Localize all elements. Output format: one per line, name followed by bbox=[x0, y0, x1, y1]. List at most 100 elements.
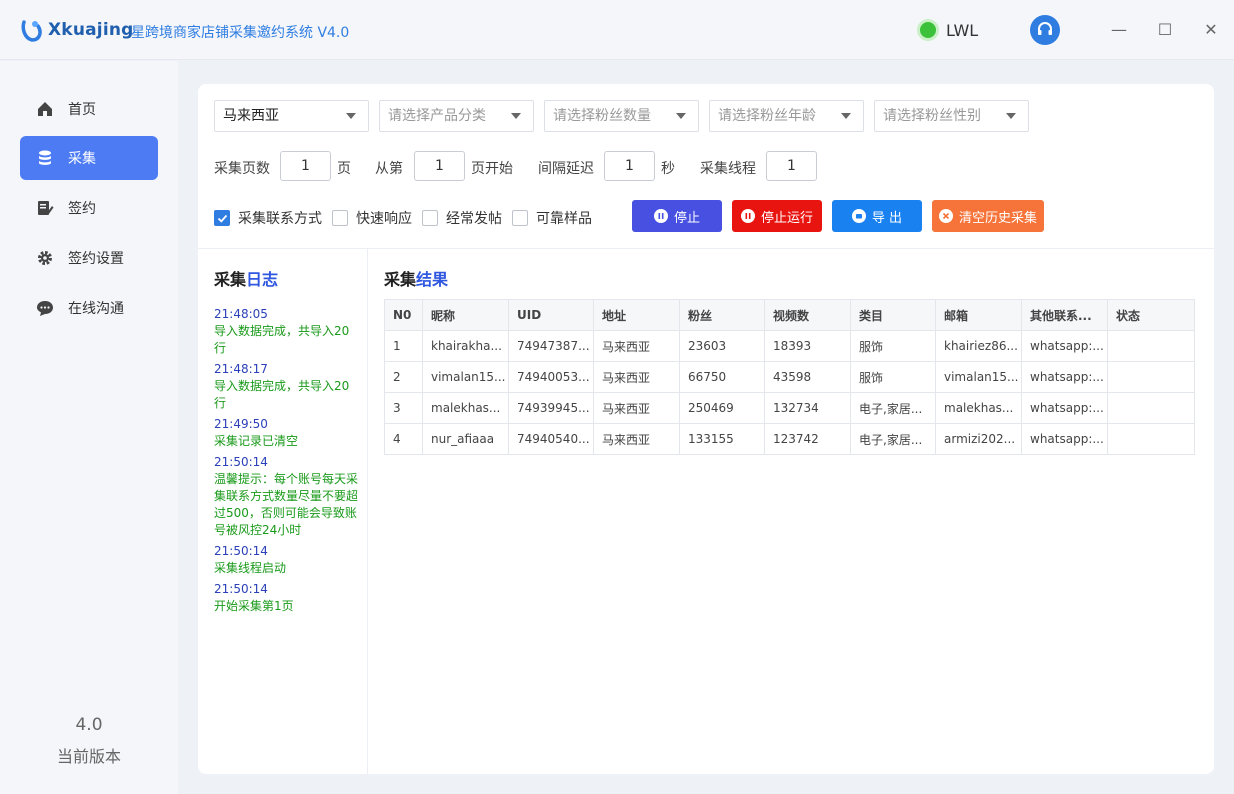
column-header[interactable]: 其他联系... bbox=[1021, 299, 1108, 331]
export-button[interactable]: 导 出 bbox=[832, 200, 922, 232]
fans-gender-select[interactable]: 请选择粉丝性别 bbox=[874, 100, 1029, 132]
sidebar-item-collect[interactable]: 采集 bbox=[20, 136, 158, 180]
column-header[interactable]: 状态 bbox=[1107, 299, 1195, 331]
sidebar-item-label: 首页 bbox=[68, 102, 96, 118]
close-button[interactable]: ✕ bbox=[1201, 20, 1221, 40]
fans-count-select[interactable]: 请选择粉丝数量 bbox=[544, 100, 699, 132]
export-button-label: 导 出 bbox=[871, 210, 903, 226]
checkbox-checked[interactable] bbox=[214, 210, 230, 226]
column-header[interactable]: 类目 bbox=[850, 299, 936, 331]
log-message: 温馨提示：每个账号每天采集联系方式数量尽量不要超过500，否则可能会导致账号被风… bbox=[214, 472, 359, 537]
from-label: 从第 bbox=[375, 161, 403, 177]
chevron-down-icon bbox=[841, 113, 851, 119]
stop-run-button[interactable]: 停止运行 bbox=[732, 200, 822, 232]
maximize-button[interactable]: ☐ bbox=[1155, 20, 1175, 40]
option-reliable-sample[interactable]: 可靠样品 bbox=[512, 208, 592, 228]
table-cell: 74940053... bbox=[508, 361, 594, 393]
table-cell: 250469 bbox=[679, 392, 765, 424]
column-header[interactable]: 地址 bbox=[593, 299, 680, 331]
log-time: 21:50:14 bbox=[214, 544, 268, 558]
delay-unit: 秒 bbox=[661, 161, 675, 177]
minimize-button[interactable]: — bbox=[1109, 20, 1129, 40]
column-header[interactable]: 昵称 bbox=[422, 299, 509, 331]
table-cell: 3 bbox=[384, 392, 423, 424]
column-header[interactable]: 邮箱 bbox=[935, 299, 1022, 331]
sidebar-item-sign[interactable]: 签约 bbox=[20, 186, 158, 230]
category-select[interactable]: 请选择产品分类 bbox=[379, 100, 534, 132]
stop-button[interactable]: 停止 bbox=[632, 200, 722, 232]
table-row[interactable]: 2 vimalan15... 74940053... 马来西亚 66750 43… bbox=[384, 361, 1195, 393]
stop-run-button-label: 停止运行 bbox=[760, 210, 813, 226]
table-cell: malekhas... bbox=[935, 392, 1022, 424]
table-cell: khairakha... bbox=[422, 330, 509, 362]
sidebar-item-home[interactable]: 首页 bbox=[20, 87, 158, 131]
option-label: 采集联系方式 bbox=[238, 211, 322, 227]
option-label: 可靠样品 bbox=[536, 211, 592, 227]
table-cell: whatsapp:... bbox=[1021, 423, 1108, 455]
table-cell: 服饰 bbox=[850, 361, 936, 393]
home-icon bbox=[38, 102, 52, 116]
checkbox[interactable] bbox=[512, 210, 528, 226]
pages-label: 采集页数 bbox=[214, 161, 270, 177]
table-row[interactable]: 4 nur_afiaaa 74940540... 马来西亚 133155 123… bbox=[384, 423, 1195, 455]
results-title-b: 结果 bbox=[416, 270, 449, 289]
table-cell: 马来西亚 bbox=[593, 423, 680, 455]
table-cell: 电子,家居... bbox=[850, 392, 936, 424]
sidebar-item-chat[interactable]: 在线沟通 bbox=[20, 286, 158, 330]
log-message: 导入数据完成，共导入20行 bbox=[214, 324, 350, 355]
fans-age-select[interactable]: 请选择粉丝年龄 bbox=[709, 100, 864, 132]
sidebar-item-label: 在线沟通 bbox=[68, 301, 124, 317]
sidebar-item-label: 签约 bbox=[68, 201, 96, 217]
export-icon bbox=[851, 209, 866, 223]
clear-history-button[interactable]: 清空历史采集 bbox=[932, 200, 1044, 232]
sidebar-item-label: 签约设置 bbox=[68, 251, 124, 267]
table-cell: whatsapp:... bbox=[1021, 392, 1108, 424]
category-placeholder: 请选择产品分类 bbox=[388, 108, 486, 124]
support-button[interactable] bbox=[1030, 15, 1060, 45]
table-cell: 133155 bbox=[679, 423, 765, 455]
pause-icon bbox=[653, 209, 668, 223]
table-cell bbox=[1107, 361, 1195, 393]
pause-icon bbox=[740, 209, 755, 223]
table-cell: whatsapp:... bbox=[1021, 330, 1108, 362]
threads-input[interactable]: 1 bbox=[766, 151, 817, 181]
log-message: 采集线程启动 bbox=[214, 561, 287, 575]
results-title-a: 采集 bbox=[384, 270, 417, 289]
user-name: LWL bbox=[946, 21, 979, 40]
log-time: 21:50:14 bbox=[214, 455, 268, 469]
database-icon bbox=[39, 150, 51, 165]
table-cell: 74947387... bbox=[508, 330, 594, 362]
column-header[interactable]: N0 bbox=[384, 299, 423, 331]
option-frequent-post[interactable]: 经常发帖 bbox=[422, 208, 502, 228]
log-message: 开始采集第1页 bbox=[214, 599, 294, 613]
table-row[interactable]: 3 malekhas... 74939945... 马来西亚 250469 13… bbox=[384, 392, 1195, 424]
table-cell: 132734 bbox=[764, 392, 851, 424]
results-title: 采集结果 bbox=[384, 266, 448, 290]
pages-input[interactable]: 1 bbox=[280, 151, 331, 181]
option-collect-contact[interactable]: 采集联系方式 bbox=[214, 208, 322, 228]
online-status-dot bbox=[920, 22, 936, 38]
sidebar-item-sign-settings[interactable]: 签约设置 bbox=[20, 236, 158, 280]
option-fast-response[interactable]: 快速响应 bbox=[332, 208, 412, 228]
checkbox[interactable] bbox=[422, 210, 438, 226]
from-page-input[interactable]: 1 bbox=[414, 151, 465, 181]
table-cell: nur_afiaaa bbox=[422, 423, 509, 455]
main-panel: 马来西亚 请选择产品分类 请选择粉丝数量 请选择粉丝年龄 请选择粉丝性别 采集页… bbox=[198, 84, 1214, 774]
edit-document-icon bbox=[38, 201, 54, 215]
column-header[interactable]: UID bbox=[508, 299, 594, 331]
table-cell: 66750 bbox=[679, 361, 765, 393]
checkbox[interactable] bbox=[332, 210, 348, 226]
title-bar: Xkuajing 星跨境商家店铺采集邀约系统 V4.0 LWL — ☐ ✕ bbox=[0, 0, 1234, 60]
column-header[interactable]: 视频数 bbox=[764, 299, 851, 331]
table-row[interactable]: 1 khairakha... 74947387... 马来西亚 23603 18… bbox=[384, 330, 1195, 362]
delay-input[interactable]: 1 bbox=[604, 151, 655, 181]
column-header[interactable]: 粉丝 bbox=[679, 299, 765, 331]
fans-age-placeholder: 请选择粉丝年龄 bbox=[718, 108, 816, 124]
country-select[interactable]: 马来西亚 bbox=[214, 100, 369, 132]
headset-icon bbox=[1038, 22, 1052, 35]
log-title: 采集日志 bbox=[214, 266, 278, 290]
stop-button-label: 停止 bbox=[673, 210, 700, 226]
table-cell: 74939945... bbox=[508, 392, 594, 424]
log-message: 采集记录已清空 bbox=[214, 434, 299, 448]
option-label: 经常发帖 bbox=[446, 211, 502, 227]
